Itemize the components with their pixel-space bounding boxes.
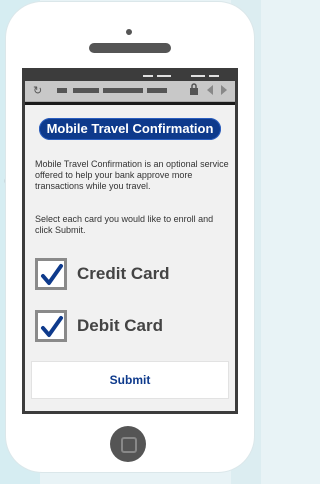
status-indicator bbox=[143, 75, 153, 77]
address-bar-segment bbox=[73, 88, 99, 93]
toolbar-divider bbox=[25, 102, 235, 105]
address-bar-segment bbox=[103, 88, 143, 93]
status-indicator bbox=[209, 75, 219, 77]
page-title: Mobile Travel Confirmation bbox=[39, 118, 221, 140]
front-camera bbox=[126, 29, 132, 35]
refresh-icon[interactable]: ↻ bbox=[33, 84, 42, 98]
instruction-text: Select each card you would like to enrol… bbox=[35, 214, 214, 235]
lock-icon bbox=[189, 83, 199, 99]
checkmark-icon bbox=[41, 316, 63, 337]
status-indicator bbox=[157, 75, 171, 77]
phone-speaker bbox=[89, 43, 171, 53]
back-arrow-icon[interactable] bbox=[205, 84, 215, 100]
debit-card-option[interactable]: Debit Card bbox=[35, 310, 225, 346]
credit-card-label: Credit Card bbox=[77, 264, 170, 283]
home-button-icon[interactable] bbox=[110, 426, 146, 462]
checkmark-icon bbox=[41, 264, 63, 285]
phone-screen: ↻ Mobile Travel Confirmation Mobile Trav… bbox=[22, 68, 238, 414]
browser-toolbar: ↻ bbox=[25, 81, 235, 105]
credit-card-checkbox[interactable] bbox=[35, 258, 67, 290]
status-bar bbox=[25, 71, 235, 81]
address-bar-segment bbox=[57, 88, 67, 93]
debit-card-checkbox[interactable] bbox=[35, 310, 67, 342]
debit-card-label: Debit Card bbox=[77, 316, 163, 335]
credit-card-option[interactable]: Credit Card bbox=[35, 258, 225, 294]
address-bar-segment bbox=[147, 88, 167, 93]
status-indicator bbox=[191, 75, 205, 77]
description-text: Mobile Travel Confirmation is an optiona… bbox=[35, 159, 229, 191]
submit-button[interactable]: Submit bbox=[31, 361, 229, 399]
forward-arrow-icon[interactable] bbox=[219, 84, 229, 100]
phone-frame: ↻ Mobile Travel Confirmation Mobile Trav… bbox=[6, 2, 254, 472]
home-button-inner bbox=[121, 437, 137, 453]
